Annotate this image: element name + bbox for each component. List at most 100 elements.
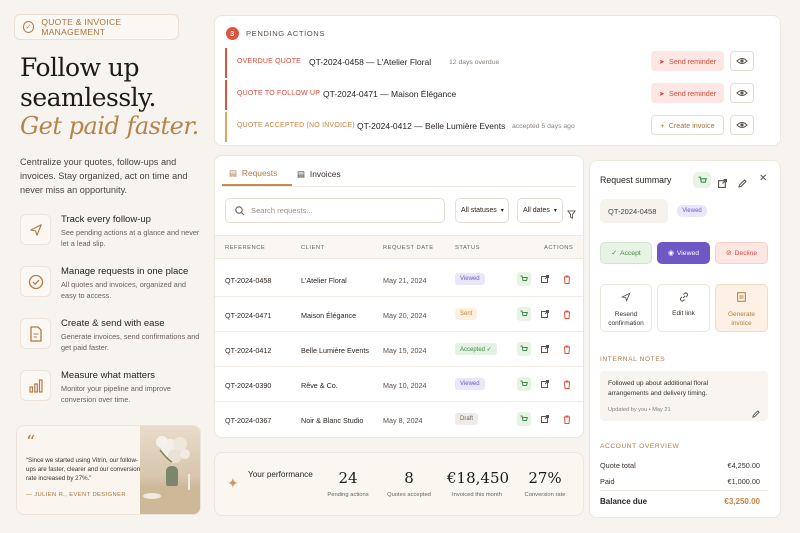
requests-panel: ▤ Requests ▤ Invoices Search requests... A… [214,155,584,438]
badge-label: QUOTE & INVOICE MANAGEMENT [41,17,122,37]
notes-heading: INTERNAL NOTES [600,356,666,363]
pending-actions-panel: 3 PENDING ACTIONS OVERDUE QUOTE QT-2024-… [214,15,781,146]
table-row[interactable]: QT-2024-0390 Rêve & Co. May 10, 2024 Vie… [215,367,583,402]
link-icon [658,292,709,304]
send-icon [601,292,651,304]
document-icon: ▤ [229,168,237,178]
balance-due-value: €3,250.00 [724,497,760,506]
viewed-button[interactable]: ◉ Viewed [657,242,710,264]
floral-table-photo [140,426,200,514]
generate-invoice-button[interactable]: Generate invoice [715,284,768,332]
search-icon [235,205,245,215]
quote-mark-icon: “ [26,432,36,453]
feature-item: Track every follow-up See pending action… [20,214,200,254]
close-icon[interactable]: ✕ [759,173,767,184]
pending-row: OVERDUE QUOTE QT-2024-0458 — L'Atelier F… [225,48,773,78]
pending-row: QUOTE ACCEPTED (NO INVOICE) QT-2024-0412… [225,112,773,142]
status-badge: Viewed [677,205,707,217]
edit-icon[interactable] [738,175,747,193]
pending-row: QUOTE TO FOLLOW UP QT-2024-0471 — Maison… [225,80,773,110]
hero-subtitle: Get paid faster. [20,112,199,140]
performance-panel: ✦ Your performance 24 Pending actions 8 Qu… [214,452,584,516]
status-filter[interactable]: All statuses ▾ [455,198,509,223]
cart-icon[interactable] [517,272,531,286]
feature-item: Measure what matters Monitor your pipeli… [20,370,200,410]
external-link-icon[interactable] [538,272,552,286]
sparkle-icon: ✦ [227,475,239,491]
cart-icon[interactable] [517,307,531,321]
request-summary-panel: Request summary ✕ QT-2024-0458 Viewed ✓ A… [589,160,781,518]
cart-icon[interactable] [517,342,531,356]
status-badge: Viewed [455,273,485,285]
pending-ref[interactable]: QT-2024-0471 — Maison Élégance [323,89,456,99]
feature-item: Manage requests in one place All quotes … [20,266,200,306]
trash-icon[interactable] [560,342,574,356]
trash-icon[interactable] [560,307,574,321]
cart-icon[interactable] [517,412,531,426]
send-reminder-button[interactable]: ➤ Send reminder [651,83,724,103]
filter-icon[interactable] [567,206,576,224]
pending-header: 3 PENDING ACTIONS [226,27,325,40]
status-badge: Draft [455,413,479,425]
plus-icon: + [660,120,665,130]
resend-confirmation-button[interactable]: Resend confirmation [600,284,652,332]
status-badge: Viewed [455,378,485,390]
edit-icon[interactable] [752,405,760,423]
external-link-icon[interactable] [538,342,552,356]
external-link-icon[interactable] [538,377,552,391]
status-badge: Sent [455,308,478,320]
badge-icon: ✓ [23,21,35,33]
send-icon: ➤ [658,88,665,98]
send-icon: ➤ [658,56,665,66]
table-row[interactable]: QT-2024-0412 Belle Lumière Events May 15… [215,332,583,367]
tab-invoices[interactable]: ▤ Invoices [297,162,357,186]
create-invoice-button[interactable]: + Create invoice [651,115,724,135]
trash-icon[interactable] [560,412,574,426]
edit-link-button[interactable]: Edit link [657,284,710,332]
external-link-icon[interactable] [538,307,552,321]
stat-invoiced: €18,450 Invoiced this month [447,469,510,498]
summary-title: Request summary [600,175,672,185]
send-reminder-button[interactable]: ➤ Send reminder [651,51,724,71]
performance-label: Your performance [248,470,313,479]
cart-icon[interactable] [693,172,711,188]
date-filter[interactable]: All dates ▾ [517,198,563,223]
pending-ref[interactable]: QT-2024-0412 — Belle Lumière Events [357,121,505,131]
eye-icon[interactable] [730,51,754,71]
eye-icon[interactable] [730,115,754,135]
stat-conversion: 27% Conversion rate [524,469,566,498]
chevron-down-icon: ▾ [500,208,504,214]
hero-intro: Centralize your quotes, follow-ups and i… [20,157,188,195]
table-row[interactable]: QT-2024-0367 Noir & Blanc Studio May 8, … [215,402,583,437]
eye-icon: ◉ [667,250,674,257]
pending-count-badge: 3 [226,27,239,40]
testimonial-quote: “Since we started using Vitrin, our foll… [26,457,141,482]
internal-note: Followed up about additional floral arra… [600,371,768,421]
table-row[interactable]: QT-2024-0458 L'Atelier Floral May 21, 20… [215,262,583,297]
accept-button[interactable]: ✓ Accept [600,242,652,264]
paid-value: €1,000.00 [727,477,760,486]
product-badge: ✓ QUOTE & INVOICE MANAGEMENT [14,14,179,40]
pending-heading: PENDING ACTIONS [246,29,326,38]
table-header: REFERENCE CLIENT REQUEST DATE STATUS ACT… [215,235,583,259]
trash-icon[interactable] [560,272,574,286]
testimonial-author: — JULIEN R., EVENT DESIGNER [26,492,126,498]
tab-requests[interactable]: ▤ Requests [222,162,292,186]
table-row[interactable]: QT-2024-0471 Maison Élégance May 20, 202… [215,297,583,332]
trash-icon[interactable] [560,377,574,391]
cart-icon[interactable] [517,377,531,391]
status-badge: Accepted ✓ [455,343,497,355]
eye-icon[interactable] [730,83,754,103]
pending-ref[interactable]: QT-2024-0458 — L'Atelier Floral [309,57,431,67]
external-link-icon[interactable] [718,175,727,193]
external-link-icon[interactable] [538,412,552,426]
bar-chart-icon [20,370,51,401]
summary-ref: QT-2024-0458 [600,199,668,223]
search-input[interactable]: Search requests... [225,198,445,223]
stat-accepted: 8 Quotes accepted [387,469,431,498]
hero-title: Follow up seamlessly. [20,53,156,112]
account-heading: ACCOUNT OVERVIEW [600,443,680,450]
stat-pending: 24 Pending actions [327,469,369,498]
invoice-icon [716,292,767,304]
decline-button[interactable]: ⊘ Decline [715,242,768,264]
